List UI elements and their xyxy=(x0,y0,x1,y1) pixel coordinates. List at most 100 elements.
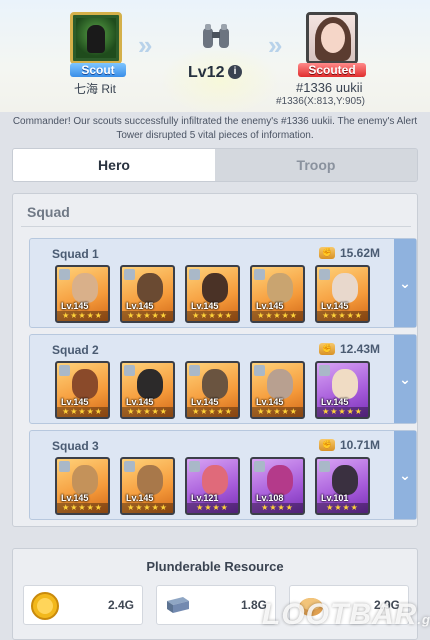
binoculars-icon xyxy=(203,24,229,48)
class-badge-icon xyxy=(189,365,200,376)
squad-name: Squad 3 xyxy=(52,439,99,453)
star-rating: ★★★★★ xyxy=(252,311,303,321)
class-badge-icon xyxy=(189,461,200,472)
squad-name: Squad 2 xyxy=(52,343,99,357)
scout-player-name: 七海 Rit xyxy=(74,82,117,96)
hero-level: Lv.145 xyxy=(256,397,284,407)
class-badge-icon xyxy=(124,461,135,472)
hero-portrait xyxy=(202,273,228,303)
expand-chevron-icon[interactable]: ⌄ xyxy=(394,431,416,519)
hero-level: Lv.108 xyxy=(256,493,284,503)
class-badge-icon xyxy=(319,365,330,376)
hero-card[interactable]: Lv.145 ★★★★★ xyxy=(120,457,175,515)
star-rating: ★★★★★ xyxy=(187,311,238,321)
squad-panel: Squad Squad 1 ✊ 15.62M Lv.145 ★★★★★ Lv.14… xyxy=(12,193,418,527)
hero-card[interactable]: Lv.145 ★★★★★ xyxy=(250,265,305,323)
hero-portrait xyxy=(267,465,293,495)
hero-card[interactable]: Lv.145 ★★★★★ xyxy=(185,265,240,323)
hero-portrait xyxy=(332,273,358,303)
hero-portrait xyxy=(137,273,163,303)
hero-card[interactable]: Lv.121 ★★★★ xyxy=(185,457,240,515)
class-badge-icon xyxy=(124,365,135,376)
class-badge-icon xyxy=(254,365,265,376)
scout-avatar[interactable] xyxy=(70,12,122,64)
class-badge-icon xyxy=(59,461,70,472)
coin-icon xyxy=(31,592,59,620)
hero-level: Lv.145 xyxy=(321,397,349,407)
squad-power: 12.43M xyxy=(340,342,381,356)
hero-card[interactable]: Lv.145 ★★★★★ xyxy=(55,457,110,515)
squad-power: 15.62M xyxy=(340,246,381,260)
resource-coin[interactable]: 2.4G xyxy=(23,585,143,625)
class-badge-icon xyxy=(59,269,70,280)
star-rating: ★★★★★ xyxy=(252,407,303,417)
hero-level: Lv.145 xyxy=(61,397,89,407)
star-rating: ★★★★★ xyxy=(57,311,108,321)
hero-level: Lv.101 xyxy=(321,493,349,503)
hero-level: Lv.145 xyxy=(61,301,89,311)
resource-panel-title: Plunderable Resource xyxy=(146,559,284,574)
hero-card[interactable]: Lv.145 ★★★★★ xyxy=(315,361,370,419)
report-header: Scout 七海 Rit » » Lv12 i Scouted #1336 uu… xyxy=(0,0,430,116)
hero-portrait xyxy=(72,369,98,399)
star-rating: ★★★★★ xyxy=(122,407,173,417)
class-badge-icon xyxy=(319,461,330,472)
hero-level: Lv.145 xyxy=(191,301,219,311)
tab-troop[interactable]: Troop xyxy=(215,149,417,181)
squad-name: Squad 1 xyxy=(52,247,99,261)
hero-portrait xyxy=(72,465,98,495)
hero-level: Lv.145 xyxy=(256,301,284,311)
class-badge-icon xyxy=(254,269,265,280)
squad-card-1[interactable]: Squad 1 ✊ 15.62M Lv.145 ★★★★★ Lv.145 ★★★★★… xyxy=(29,238,417,328)
hero-list: Lv.145 ★★★★★ Lv.145 ★★★★★ Lv.121 ★★★★ Lv.10… xyxy=(55,457,370,515)
hero-level: Lv.145 xyxy=(126,493,154,503)
resource-steel[interactable]: 1.8G xyxy=(156,585,276,625)
target-avatar[interactable] xyxy=(306,12,358,64)
squad-card-3[interactable]: Squad 3 ✊ 10.71M Lv.145 ★★★★★ Lv.145 ★★★★★… xyxy=(29,430,417,520)
hero-card[interactable]: Lv.145 ★★★★★ xyxy=(120,265,175,323)
watermark-text: LOOTBAR xyxy=(262,598,418,631)
squad-panel-title: Squad xyxy=(27,204,70,220)
star-rating: ★★★★★ xyxy=(122,503,173,513)
star-rating: ★★★★★ xyxy=(122,311,173,321)
power-icon: ✊ xyxy=(319,247,335,259)
star-rating: ★★★★ xyxy=(187,503,238,513)
star-rating: ★★★★★ xyxy=(317,407,368,417)
star-rating: ★★★★★ xyxy=(187,407,238,417)
hero-card[interactable]: Lv.101 ★★★★ xyxy=(315,457,370,515)
hero-portrait xyxy=(137,369,163,399)
class-badge-icon xyxy=(189,269,200,280)
squad-card-2[interactable]: Squad 2 ✊ 12.43M Lv.145 ★★★★★ Lv.145 ★★★★★… xyxy=(29,334,417,424)
steel-icon xyxy=(167,597,189,613)
hero-card[interactable]: Lv.145 ★★★★★ xyxy=(315,265,370,323)
hero-card[interactable]: Lv.145 ★★★★★ xyxy=(185,361,240,419)
hero-level: Lv.145 xyxy=(191,397,219,407)
hero-list: Lv.145 ★★★★★ Lv.145 ★★★★★ Lv.145 ★★★★★ Lv.1… xyxy=(55,361,370,419)
power-icon: ✊ xyxy=(319,439,335,451)
power-icon: ✊ xyxy=(319,343,335,355)
hero-portrait xyxy=(72,273,98,303)
info-icon[interactable]: i xyxy=(228,65,242,79)
resource-value: 2.4G xyxy=(107,598,134,612)
hero-portrait xyxy=(332,369,358,399)
hero-card[interactable]: Lv.145 ★★★★★ xyxy=(55,361,110,419)
expand-chevron-icon[interactable]: ⌄ xyxy=(394,335,416,423)
hero-card[interactable]: Lv.108 ★★★★ xyxy=(250,457,305,515)
tab-hero[interactable]: Hero xyxy=(13,149,215,181)
hero-card[interactable]: Lv.145 ★★★★★ xyxy=(250,361,305,419)
hero-level: Lv.145 xyxy=(321,301,349,311)
hero-card[interactable]: Lv.145 ★★★★★ xyxy=(55,265,110,323)
squad-power: 10.71M xyxy=(340,438,381,452)
star-rating: ★★★★★ xyxy=(317,311,368,321)
target-coordinates[interactable]: #1336(X:813,Y:905) xyxy=(276,96,365,107)
scout-report-message: Commander! Our scouts successfully infil… xyxy=(12,116,418,141)
hero-level: Lv.145 xyxy=(126,301,154,311)
hero-level: Lv.121 xyxy=(191,493,219,503)
hero-card[interactable]: Lv.145 ★★★★★ xyxy=(120,361,175,419)
hero-portrait xyxy=(202,465,228,495)
scout-role-label: Scout xyxy=(70,63,126,77)
divider xyxy=(21,226,411,227)
expand-chevron-icon[interactable]: ⌄ xyxy=(394,239,416,327)
star-rating: ★★★★ xyxy=(252,503,303,513)
hero-list: Lv.145 ★★★★★ Lv.145 ★★★★★ Lv.145 ★★★★★ Lv.1… xyxy=(55,265,370,323)
